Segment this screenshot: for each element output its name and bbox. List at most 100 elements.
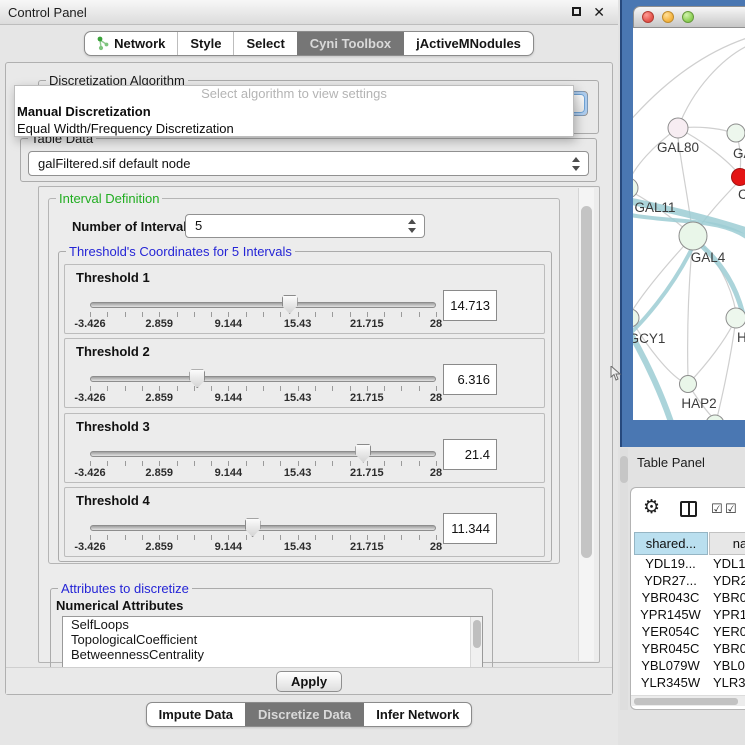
threshold-value-field[interactable]: 11.344 xyxy=(443,513,497,544)
float-window-icon[interactable] xyxy=(572,7,581,16)
tick-mark xyxy=(384,312,385,317)
cell-shared-name[interactable]: YDL19... xyxy=(634,555,707,572)
tick-label: 15.43 xyxy=(284,392,312,404)
threshold-value-field[interactable]: 6.316 xyxy=(443,364,497,395)
cell-name[interactable]: YDR2 xyxy=(713,572,745,589)
tick-mark xyxy=(107,461,108,466)
network-node[interactable] xyxy=(706,415,724,420)
tick-mark xyxy=(263,386,264,391)
cell-name[interactable]: YDL1 xyxy=(713,555,745,572)
network-node-ga[interactable] xyxy=(727,124,745,142)
table-row[interactable]: YER054C YER0 xyxy=(631,623,745,640)
attributes-scrollbar-thumb[interactable] xyxy=(473,620,481,648)
network-node-c[interactable] xyxy=(732,169,745,186)
tab-discretize-data[interactable]: Discretize Data xyxy=(245,703,363,726)
tab-infer-network[interactable]: Infer Network xyxy=(363,703,471,726)
tick-label: 2.859 xyxy=(145,318,173,330)
column-header-name[interactable]: name xyxy=(709,532,745,555)
close-icon[interactable]: ✕ xyxy=(593,4,605,20)
algorithm-hint: Select algorithm to view settings xyxy=(15,86,573,103)
tick-mark xyxy=(298,535,299,540)
table-row[interactable]: YLR345W YLR3 xyxy=(631,674,745,691)
table-row[interactable]: YBR045C YBR0 xyxy=(631,640,745,657)
close-traffic-light-icon[interactable] xyxy=(642,11,654,23)
attribute-list-item[interactable]: SelfLoops xyxy=(63,617,482,632)
cell-shared-name[interactable]: YPR145W xyxy=(634,606,707,623)
tab-style[interactable]: Style xyxy=(177,32,233,55)
cell-name[interactable]: YBR0 xyxy=(713,640,745,657)
menu-item-manual-discretization[interactable]: Manual Discretization xyxy=(15,103,573,120)
checkbox-icon[interactable]: ☑ xyxy=(725,501,737,516)
table-row[interactable]: YBL079W YBL0 xyxy=(631,657,745,674)
settings-scrollbar[interactable] xyxy=(578,188,594,661)
tick-mark xyxy=(298,461,299,466)
slider-track[interactable] xyxy=(90,451,436,457)
cell-name[interactable]: YBR0 xyxy=(713,589,745,606)
zoom-traffic-light-icon[interactable] xyxy=(682,11,694,23)
cell-shared-name[interactable]: YBR045C xyxy=(634,640,707,657)
network-canvas[interactable]: GAL80GACGAL11GAL4GCY1HHAP2 xyxy=(633,28,745,420)
thresholds-group-label: Threshold's Coordinates for 5 Intervals xyxy=(66,244,295,259)
table-row[interactable]: YDL19... YDL1 xyxy=(631,555,745,572)
number-of-intervals-combobox[interactable]: 5 xyxy=(185,214,425,238)
side-scrollbar-thumb[interactable] xyxy=(620,456,628,483)
settings-scrollbar-thumb[interactable] xyxy=(581,206,592,558)
network-node-gal80[interactable] xyxy=(668,118,688,138)
network-node-gal4[interactable] xyxy=(679,222,707,250)
slider-tick-labels: -3.4262.8599.14415.4321.71528 xyxy=(90,467,436,479)
tab-impute-data[interactable]: Impute Data xyxy=(147,703,245,726)
cell-shared-name[interactable]: YBR043C xyxy=(634,589,707,606)
cell-name[interactable]: YPR1 xyxy=(713,606,745,623)
apply-button[interactable]: Apply xyxy=(276,671,342,692)
threshold-value-field[interactable]: 21.4 xyxy=(443,439,497,470)
tab-select[interactable]: Select xyxy=(233,32,296,55)
minimize-traffic-light-icon[interactable] xyxy=(662,11,674,23)
network-node-h[interactable] xyxy=(726,308,745,328)
table-data-combobox[interactable]: galFiltered.sif default node xyxy=(28,151,589,176)
cell-shared-name[interactable]: YLR345W xyxy=(634,674,707,691)
attributes-scrollbar[interactable] xyxy=(470,617,482,667)
menu-item-equal-width-discretization[interactable]: Equal Width/Frequency Discretization xyxy=(15,120,573,137)
tick-mark xyxy=(177,535,178,540)
threshold-value-field[interactable]: 14.713 xyxy=(443,290,497,321)
table-row[interactable]: YDR27... YDR2 xyxy=(631,572,745,589)
column-header-shared-name[interactable]: shared... xyxy=(634,532,708,555)
network-window-titlebar[interactable] xyxy=(633,6,745,28)
attribute-list-item[interactable]: TopologicalCoefficient xyxy=(63,632,482,647)
tick-mark xyxy=(419,312,420,317)
cell-name[interactable]: YER0 xyxy=(713,623,745,640)
threshold-label: Threshold 2 xyxy=(76,344,150,359)
network-edge xyxy=(633,38,745,123)
tab-network[interactable]: Network xyxy=(85,32,177,55)
gear-icon[interactable]: ⚙ xyxy=(643,497,660,519)
cell-name[interactable]: YBL0 xyxy=(713,657,745,674)
tick-mark xyxy=(315,312,316,317)
cell-shared-name[interactable]: YBL079W xyxy=(634,657,707,674)
combo-arrows-icon[interactable] xyxy=(408,219,417,233)
side-scrollbar[interactable] xyxy=(620,448,628,710)
columns-icon[interactable] xyxy=(680,501,697,517)
table-hscrollbar-thumb[interactable] xyxy=(634,698,738,705)
table-row[interactable]: YPR145W YPR1 xyxy=(631,606,745,623)
cell-name[interactable]: YLR3 xyxy=(713,674,745,691)
tick-mark xyxy=(315,461,316,466)
tab-cyni-toolbox[interactable]: Cyni Toolbox xyxy=(297,32,403,55)
checkbox-icon[interactable]: ☑ xyxy=(711,501,723,516)
control-panel-tabbar: NetworkStyleSelectCyni ToolboxjActiveMNo… xyxy=(84,31,534,56)
tick-mark xyxy=(159,535,160,540)
network-edge xyxy=(633,128,678,183)
tick-label: 21.715 xyxy=(350,392,384,404)
table-row[interactable]: YBR043C YBR0 xyxy=(631,589,745,606)
cell-shared-name[interactable]: YDR27... xyxy=(634,572,707,589)
tick-mark xyxy=(332,535,333,540)
combo-arrows-icon[interactable] xyxy=(572,157,581,171)
tab-jactivemnodules[interactable]: jActiveMNodules xyxy=(403,32,533,55)
slider-track[interactable] xyxy=(90,376,436,382)
network-node-hap2[interactable] xyxy=(680,376,697,393)
attribute-list-item[interactable]: BetweennessCentrality xyxy=(63,647,482,662)
slider-track[interactable] xyxy=(90,525,436,531)
table-hscrollbar[interactable] xyxy=(631,695,745,706)
tick-mark xyxy=(142,312,143,317)
slider-track[interactable] xyxy=(90,302,436,308)
cell-shared-name[interactable]: YER054C xyxy=(634,623,707,640)
